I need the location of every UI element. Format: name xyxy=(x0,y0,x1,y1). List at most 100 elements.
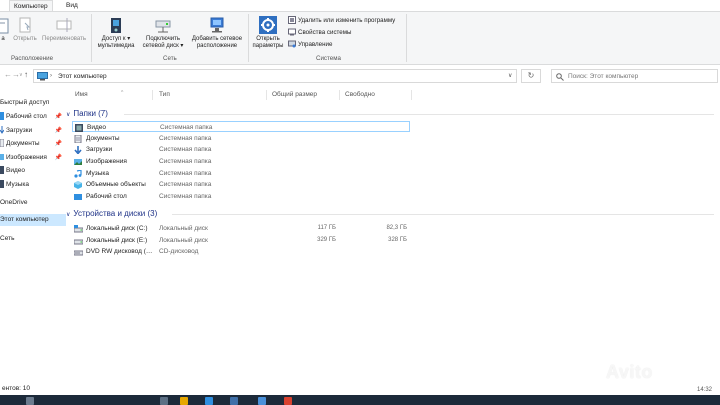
back-button[interactable]: ← xyxy=(4,70,12,79)
browser-icon[interactable] xyxy=(205,397,213,405)
folder-row-videos[interactable]: Видео Системная папка xyxy=(72,121,410,132)
column-header-free[interactable]: Свободно xyxy=(345,90,375,100)
pin-icon[interactable]: 📌 xyxy=(55,138,62,150)
section-divider xyxy=(172,214,714,215)
nav-documents[interactable]: Документы 📌 xyxy=(0,138,66,150)
desktop-icon xyxy=(74,194,82,200)
media-access-button[interactable]: Доступ к ▾ мультимедиа xyxy=(94,15,138,50)
address-bar[interactable]: › Этот компьютер ∨ xyxy=(33,69,517,83)
column-divider[interactable] xyxy=(266,90,267,100)
properties-button[interactable]: а xyxy=(0,15,9,43)
nav-pictures[interactable]: Изображения 📌 xyxy=(0,152,66,164)
task-view-icon[interactable] xyxy=(160,397,168,405)
map-network-drive-label-top: Подключить xyxy=(146,36,180,42)
nav-quick-access[interactable]: Быстрый доступ xyxy=(0,97,66,109)
search-icon[interactable] xyxy=(26,397,34,405)
column-divider[interactable] xyxy=(339,90,340,100)
add-network-location-button[interactable]: Добавить сетевое расположение xyxy=(188,15,246,50)
folder-row-pictures[interactable]: Изображения Системная папка xyxy=(72,156,410,167)
row-total-size: 117 ГБ xyxy=(317,225,336,231)
column-header-name[interactable]: Имя ^ xyxy=(75,90,123,100)
folder-row-documents[interactable]: Документы Системная папка xyxy=(72,133,410,144)
nav-music[interactable]: Музыка xyxy=(0,179,66,191)
videos-icon xyxy=(75,124,83,132)
file-explorer-icon[interactable] xyxy=(180,397,188,405)
app-icon[interactable] xyxy=(284,397,292,405)
folder-row-music[interactable]: Музыка Системная папка xyxy=(72,168,410,179)
drive-row-e[interactable]: Локальный диск (E:) Локальный диск 329 Г… xyxy=(72,235,410,246)
column-divider[interactable] xyxy=(152,90,153,100)
column-header-type[interactable]: Тип xyxy=(159,90,170,100)
nav-item-label: Изображения xyxy=(6,154,47,161)
row-type: Локальный диск xyxy=(159,237,208,244)
app-icon[interactable] xyxy=(258,397,266,405)
nav-downloads[interactable]: Загрузки 📌 xyxy=(0,125,66,137)
row-type: Локальный диск xyxy=(159,225,208,232)
ribbon: а Открыть Переименовать Расположение Дос… xyxy=(0,11,720,65)
folders-section-header[interactable]: ∨ Папки (7) xyxy=(66,108,108,121)
row-type: Системная папка xyxy=(159,146,212,153)
section-divider xyxy=(124,114,714,115)
nav-item-label: Загрузки xyxy=(6,127,33,134)
nav-this-pc[interactable]: Этот компьютер xyxy=(0,214,66,226)
map-network-drive-button[interactable]: Подключить сетевой диск ▾ xyxy=(140,15,186,50)
nav-videos[interactable]: Видео xyxy=(0,165,66,177)
nav-item-label: OneDrive xyxy=(0,199,28,206)
sort-arrow-icon: ^ xyxy=(121,90,124,96)
ribbon-divider xyxy=(406,14,407,62)
column-header-total-size[interactable]: Общий размер xyxy=(272,90,317,100)
row-name: Видео xyxy=(87,124,106,131)
refresh-button[interactable]: ↻ xyxy=(521,69,541,83)
media-access-label-top: Доступ к xyxy=(101,36,126,42)
row-name: Музыка xyxy=(86,170,109,177)
chevron-down-icon: ▾ xyxy=(180,43,184,49)
pin-icon[interactable]: 📌 xyxy=(55,152,62,164)
nav-network[interactable]: Сеть xyxy=(0,233,66,245)
row-total-size: 329 ГБ xyxy=(317,237,336,243)
nav-desktop[interactable]: Рабочий стол 📌 xyxy=(0,111,66,123)
add-network-location-label-bottom: расположение xyxy=(196,43,238,49)
column-divider[interactable] xyxy=(411,90,412,100)
app-icon[interactable] xyxy=(230,397,238,405)
recent-locations-button[interactable]: ∨ xyxy=(19,72,23,78)
uninstall-program-command[interactable]: Удалить или изменить программу xyxy=(288,16,395,26)
rename-button[interactable]: Переименовать xyxy=(40,15,88,43)
folder-row-desktop[interactable]: Рабочий стол Системная папка xyxy=(72,191,410,202)
manage-command[interactable]: Управление xyxy=(288,40,332,50)
search-box[interactable]: Поиск: Этот компьютер xyxy=(551,69,718,83)
tab-view[interactable]: Вид xyxy=(62,0,82,11)
add-network-location-icon xyxy=(210,17,224,33)
3d-objects-icon xyxy=(74,181,82,189)
documents-icon xyxy=(0,139,4,148)
breadcrumb-this-pc[interactable]: Этот компьютер xyxy=(58,72,107,81)
drives-section-header[interactable]: ∨ Устройства и диски (3) xyxy=(66,208,157,221)
nav-onedrive[interactable]: OneDrive xyxy=(0,197,66,209)
breadcrumb-chevron-icon[interactable]: › xyxy=(50,72,52,81)
rename-icon xyxy=(56,18,72,32)
drive-row-dvd[interactable]: DVD RW дисковод (… CD-дисковод xyxy=(72,246,410,257)
folder-row-downloads[interactable]: Загрузки Системная папка xyxy=(72,144,410,155)
nav-item-label: Документы xyxy=(6,140,40,147)
status-bar: ентов: 10 xyxy=(0,383,720,395)
taskbar-clock[interactable]: 14:32 xyxy=(697,387,712,393)
item-count: ентов: 10 xyxy=(2,385,31,392)
computer-icon xyxy=(37,72,48,81)
pin-icon[interactable]: 📌 xyxy=(55,125,62,137)
open-settings-button[interactable]: Открыть параметры xyxy=(250,15,286,50)
section-title: Устройства и диски (3) xyxy=(73,209,158,218)
gear-icon xyxy=(259,16,277,34)
add-network-location-label-top: Добавить сетевое xyxy=(191,36,243,42)
up-button[interactable]: ↑ xyxy=(24,70,28,79)
open-settings-label-bottom: параметры xyxy=(252,43,284,49)
nav-item-label: Быстрый доступ xyxy=(0,99,50,106)
ribbon-divider xyxy=(248,14,249,62)
row-name: Локальный диск (C:) xyxy=(86,225,148,232)
pin-icon[interactable]: 📌 xyxy=(55,111,62,123)
system-group-label: Система xyxy=(316,55,341,62)
folder-row-3d-objects[interactable]: Объемные объекты Системная папка xyxy=(72,179,410,190)
address-dropdown-icon[interactable]: ∨ xyxy=(508,72,512,81)
open-button[interactable]: Открыть xyxy=(10,15,40,43)
tab-computer[interactable]: Компьютер xyxy=(9,0,53,11)
system-properties-command[interactable]: Свойства системы xyxy=(288,28,351,38)
drive-row-c[interactable]: Локальный диск (C:) Локальный диск 117 Г… xyxy=(72,223,410,234)
